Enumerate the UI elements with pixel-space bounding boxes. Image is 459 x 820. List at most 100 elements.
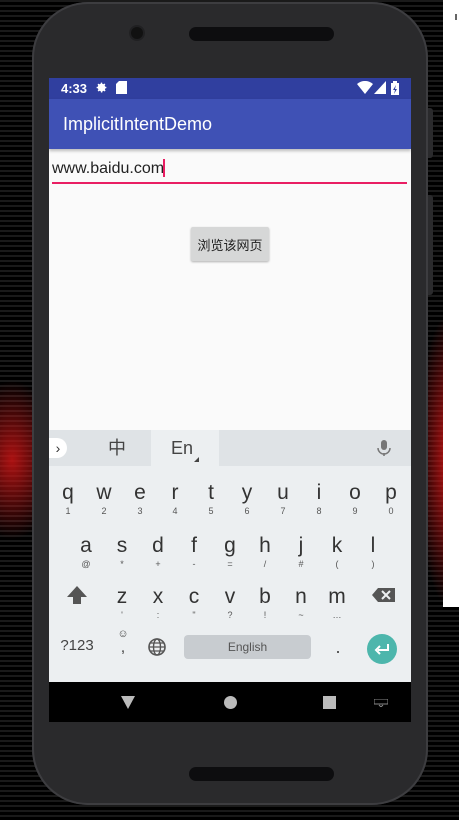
key-hint: 0 bbox=[388, 506, 394, 516]
battery-charging-icon bbox=[391, 81, 399, 98]
soft-keyboard: › 中 En q1 w2 e3 r4 t5 y6 u7 i8 o9 p0 a @ … bbox=[49, 430, 411, 682]
key-l[interactable]: l) bbox=[355, 529, 391, 575]
key-label: j bbox=[298, 534, 304, 557]
url-input[interactable] bbox=[52, 156, 407, 184]
key-hint: ! bbox=[263, 610, 267, 620]
microphone-icon[interactable] bbox=[375, 439, 393, 457]
key-y[interactable]: y6 bbox=[229, 476, 265, 522]
key-label: m bbox=[328, 585, 346, 608]
power-button bbox=[428, 108, 433, 158]
key-hint: @ bbox=[81, 559, 91, 569]
key-hint: + bbox=[155, 559, 161, 569]
key-hint: ~ bbox=[298, 610, 304, 620]
key-label: b bbox=[259, 585, 271, 608]
key-b[interactable]: b! bbox=[247, 580, 283, 626]
symbols-key[interactable]: ?123 bbox=[55, 637, 99, 654]
key-c[interactable]: c " bbox=[176, 580, 212, 626]
key-o[interactable]: o9 bbox=[337, 476, 373, 522]
key-label: u bbox=[277, 481, 289, 504]
key-hint: 6 bbox=[244, 506, 250, 516]
key-i[interactable]: i8 bbox=[301, 476, 337, 522]
key-label: h bbox=[259, 534, 271, 557]
globe-icon[interactable] bbox=[147, 637, 167, 657]
app-toolbar: ImplicitIntentDemo bbox=[49, 99, 411, 149]
bottom-speaker bbox=[189, 767, 334, 781]
key-g[interactable]: g = bbox=[212, 529, 248, 575]
key-hint: 8 bbox=[316, 506, 322, 516]
expand-chevron-icon[interactable]: › bbox=[49, 438, 67, 458]
navigation-bar bbox=[49, 682, 411, 722]
settings-gear-icon bbox=[95, 81, 108, 97]
key-a[interactable]: a @ bbox=[68, 529, 104, 575]
key-k[interactable]: k( bbox=[319, 529, 355, 575]
volume-button bbox=[428, 195, 433, 295]
emoji-comma-key[interactable]: ☺ , bbox=[115, 628, 131, 668]
signal-icon bbox=[374, 81, 386, 97]
key-hint: / bbox=[263, 559, 267, 569]
back-icon[interactable] bbox=[121, 696, 135, 709]
key-label: z bbox=[116, 585, 128, 608]
status-bar: 4:33 bbox=[49, 78, 411, 99]
key-d[interactable]: d + bbox=[140, 529, 176, 575]
key-hint: - bbox=[192, 559, 196, 569]
key-hint: ? bbox=[227, 610, 233, 620]
key-h[interactable]: h / bbox=[247, 529, 283, 575]
key-m[interactable]: m… bbox=[319, 580, 355, 626]
home-icon[interactable] bbox=[224, 696, 237, 709]
front-camera bbox=[131, 27, 143, 39]
key-j[interactable]: j # bbox=[283, 529, 319, 575]
shift-key[interactable] bbox=[62, 580, 92, 610]
key-r[interactable]: r4 bbox=[157, 476, 193, 522]
key-s[interactable]: s * bbox=[104, 529, 140, 575]
browse-webpage-button[interactable]: 浏览该网页 bbox=[191, 227, 269, 261]
key-label: i bbox=[316, 481, 322, 504]
key-hint: ' bbox=[121, 610, 123, 620]
key-label: d bbox=[152, 534, 164, 557]
period-key[interactable]: . bbox=[331, 637, 345, 658]
side-panel bbox=[443, 0, 459, 607]
shift-arrow-icon bbox=[67, 586, 87, 604]
tab-english-label: En bbox=[170, 438, 194, 458]
key-label: t bbox=[208, 481, 214, 504]
key-hint: 5 bbox=[208, 506, 214, 516]
comma-label: , bbox=[120, 639, 126, 656]
key-f[interactable]: f- bbox=[176, 529, 212, 575]
key-e[interactable]: e3 bbox=[122, 476, 158, 522]
key-label: x bbox=[152, 585, 164, 608]
key-label: f bbox=[191, 534, 197, 557]
key-label: c bbox=[188, 585, 200, 608]
key-hint: 3 bbox=[137, 506, 143, 516]
key-label: r bbox=[171, 481, 179, 504]
key-z[interactable]: z ' bbox=[104, 580, 140, 626]
enter-key[interactable] bbox=[367, 634, 397, 664]
key-label: n bbox=[295, 585, 307, 608]
top-speaker bbox=[189, 27, 334, 41]
status-time: 4:33 bbox=[61, 81, 88, 96]
key-label: s bbox=[116, 534, 128, 557]
key-hint: 7 bbox=[280, 506, 286, 516]
tab-chinese[interactable]: 中 bbox=[95, 430, 139, 466]
tab-english[interactable]: En bbox=[151, 430, 219, 466]
key-p[interactable]: p0 bbox=[373, 476, 409, 522]
backspace-icon bbox=[372, 588, 395, 602]
key-hint: 1 bbox=[65, 506, 71, 516]
space-bar[interactable]: English bbox=[184, 635, 311, 659]
key-label: w bbox=[96, 481, 112, 504]
key-hint: 9 bbox=[352, 506, 358, 516]
key-x[interactable]: x: bbox=[140, 580, 176, 626]
sd-card-icon bbox=[116, 81, 127, 97]
key-t[interactable]: t5 bbox=[193, 476, 229, 522]
key-q[interactable]: q1 bbox=[50, 476, 86, 522]
wifi-icon bbox=[357, 80, 373, 97]
key-u[interactable]: u7 bbox=[265, 476, 301, 522]
key-label: q bbox=[62, 481, 74, 504]
backspace-key[interactable] bbox=[369, 580, 399, 610]
keyboard-switch-icon[interactable] bbox=[374, 699, 388, 707]
key-n[interactable]: n ~ bbox=[283, 580, 319, 626]
recents-icon[interactable] bbox=[323, 696, 336, 709]
key-hint: : bbox=[156, 610, 160, 620]
key-w[interactable]: w2 bbox=[86, 476, 122, 522]
key-label: k bbox=[331, 534, 343, 557]
key-hint: 2 bbox=[101, 506, 107, 516]
key-v[interactable]: v? bbox=[212, 580, 248, 626]
